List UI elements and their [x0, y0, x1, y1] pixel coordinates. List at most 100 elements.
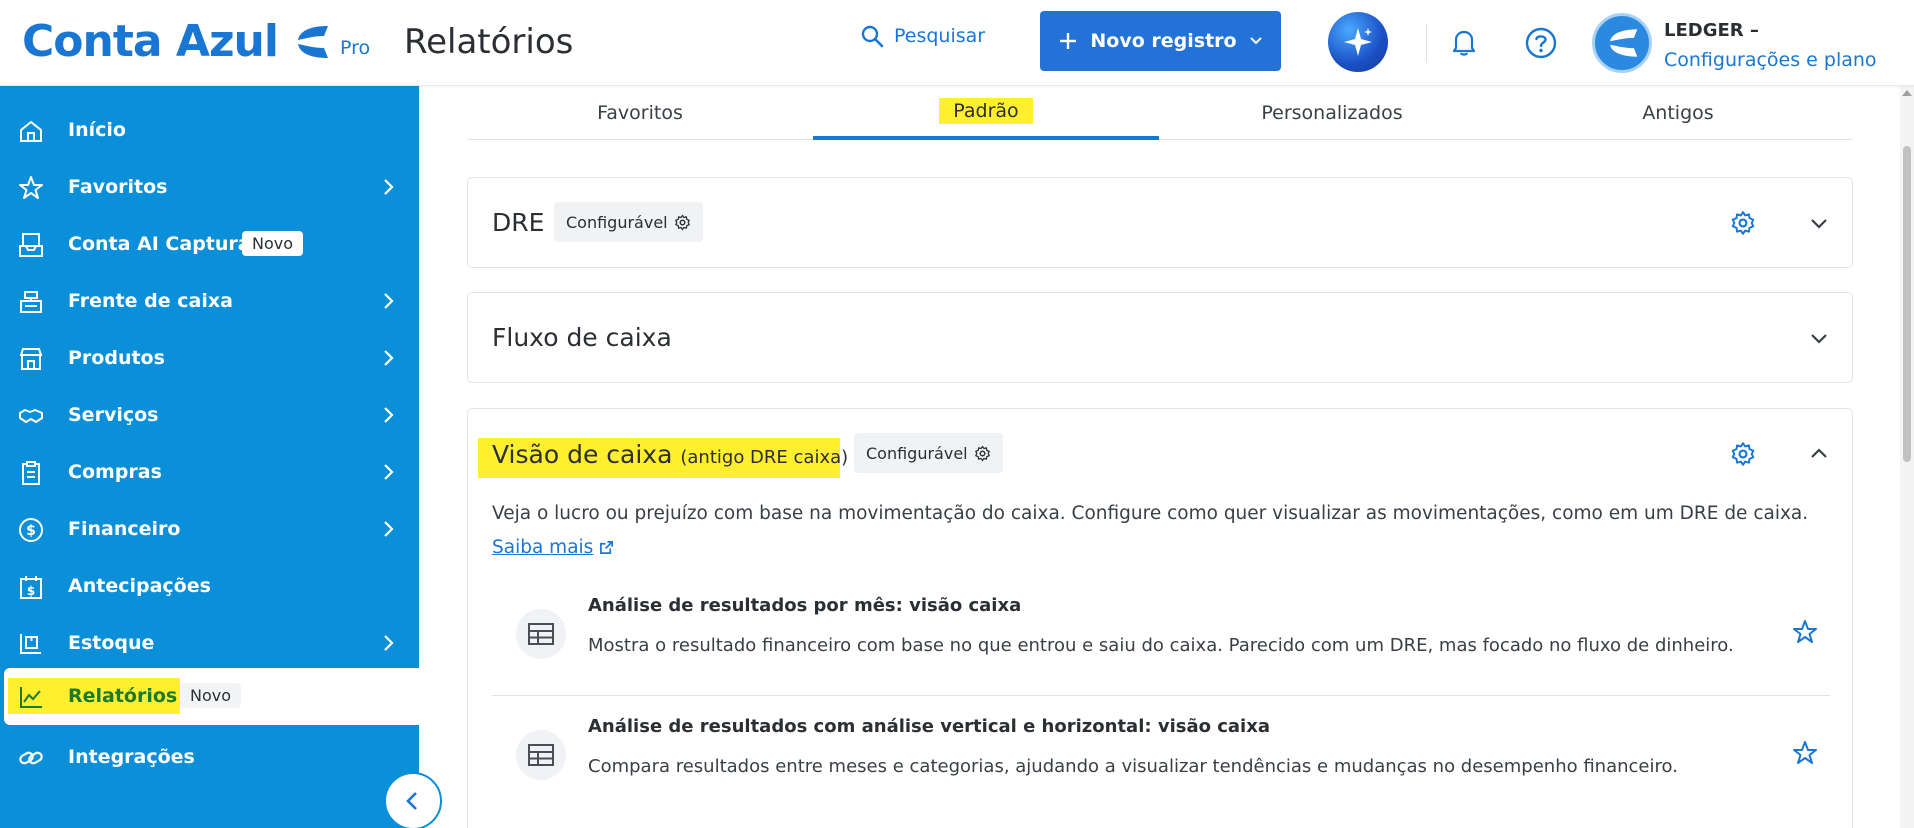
- chevron-right-icon: [384, 350, 394, 366]
- new-badge: Novo: [180, 683, 242, 708]
- learn-more-label: Saiba mais: [492, 537, 594, 558]
- sidebar-item-label: Relatórios: [68, 685, 178, 707]
- handshake-icon: [19, 409, 43, 423]
- svg-text:$: $: [27, 584, 35, 598]
- sidebar-item-produtos[interactable]: Produtos: [0, 330, 419, 387]
- sidebar-item-frente-de-caixa[interactable]: Frente de caixa: [0, 273, 419, 330]
- cash-register-icon: [20, 291, 42, 313]
- search-button[interactable]: Pesquisar: [860, 24, 985, 48]
- tab-label: Antigos: [1642, 102, 1714, 124]
- tab-favoritos[interactable]: Favoritos: [467, 86, 813, 140]
- report-description: Compara resultados entre meses e categor…: [588, 756, 1678, 777]
- help-icon[interactable]: [1524, 26, 1558, 60]
- sidebar-item-integracoes[interactable]: Integrações: [0, 729, 419, 786]
- sidebar-item-favoritos[interactable]: Favoritos: [0, 159, 419, 216]
- tab-padrao[interactable]: Padrão: [813, 86, 1159, 140]
- top-header: Conta Azul Pro Relatórios Pesquisar Novo…: [0, 0, 1914, 86]
- report-title: Análise de resultados por mês: visão cai…: [588, 595, 1022, 616]
- sidebar-item-label: Favoritos: [68, 176, 168, 198]
- sidebar-item-label: Antecipações: [68, 575, 211, 597]
- sidebar-item-label: Compras: [68, 461, 162, 483]
- sidebar-item-label: Conta AI Captura: [68, 233, 251, 255]
- sidebar-item-label: Integrações: [68, 746, 195, 768]
- sidebar-item-financeiro[interactable]: $ Financeiro: [0, 501, 419, 558]
- sidebar-item-relatorios[interactable]: Relatórios Novo: [4, 668, 419, 725]
- star-icon[interactable]: [1792, 619, 1818, 645]
- collapse-sidebar-button[interactable]: [384, 772, 442, 828]
- table-icon: [516, 730, 566, 780]
- chevron-right-icon: [384, 293, 394, 309]
- page-title: Relatórios: [404, 22, 574, 62]
- report-item[interactable]: Análise de resultados com análise vertic…: [492, 716, 1830, 828]
- store-icon: [19, 348, 43, 370]
- card-description: Veja o lucro ou prejuízo com base na mov…: [492, 503, 1809, 524]
- logo-mark-icon: [297, 26, 328, 58]
- fluxo-de-caixa-card[interactable]: Fluxo de caixa: [467, 292, 1853, 383]
- link-icon: [19, 751, 43, 765]
- sidebar-item-servicos[interactable]: Serviços: [0, 387, 419, 444]
- chevron-down-icon[interactable]: [1808, 212, 1830, 234]
- card-title: Visão de caixa (antigo DRE caixa): [492, 440, 848, 469]
- chevron-up-icon[interactable]: [1808, 443, 1830, 465]
- chevron-right-icon: [384, 521, 394, 537]
- gear-icon: [974, 445, 990, 461]
- chevron-down-icon: [1249, 37, 1262, 45]
- account-info[interactable]: LEDGER – Configurações e plano: [1664, 20, 1877, 71]
- calendar-dollar-icon: $: [20, 576, 42, 599]
- chevron-right-icon: [384, 407, 394, 423]
- sidebar-item-label: Serviços: [68, 404, 159, 426]
- new-badge: Novo: [242, 231, 304, 256]
- sparkle-icon: [1344, 28, 1372, 56]
- home-icon: [20, 120, 42, 142]
- report-title: Análise de resultados com análise vertic…: [588, 716, 1270, 737]
- chevron-left-icon: [406, 792, 417, 810]
- clipboard-icon: [22, 461, 40, 485]
- ai-assistant-button[interactable]: [1328, 12, 1388, 72]
- report-tabs: Favoritos Padrão Personalizados Antigos: [467, 86, 1853, 140]
- bell-icon[interactable]: [1448, 26, 1480, 58]
- tab-label: Personalizados: [1261, 102, 1403, 124]
- sidebar-item-estoque[interactable]: Estoque: [0, 615, 419, 672]
- chevron-down-icon[interactable]: [1808, 327, 1830, 349]
- badge-label: Configurável: [866, 443, 968, 463]
- new-record-label: Novo registro: [1090, 30, 1237, 52]
- inbox-icon: [19, 233, 43, 257]
- dre-card[interactable]: DRE Configurável: [467, 177, 1853, 268]
- plan-label: Pro: [339, 37, 371, 59]
- gear-icon: [674, 214, 690, 230]
- avatar[interactable]: [1592, 13, 1652, 73]
- gear-icon[interactable]: [1730, 210, 1756, 236]
- warehouse-icon: [20, 634, 41, 654]
- sidebar: Início Favoritos Conta AI Captura Novo F…: [0, 86, 419, 828]
- new-record-button[interactable]: Novo registro: [1040, 11, 1281, 71]
- table-icon: [516, 609, 566, 659]
- main-content: Favoritos Padrão Personalizados Antigos …: [419, 86, 1914, 828]
- sidebar-item-compras[interactable]: Compras: [0, 444, 419, 501]
- chevron-right-icon: [384, 464, 394, 480]
- learn-more-link[interactable]: Saiba mais: [492, 537, 614, 558]
- dollar-circle-icon: $: [19, 518, 43, 542]
- scroll-thumb[interactable]: [1903, 146, 1911, 462]
- tab-label: Padrão: [939, 98, 1033, 124]
- configurable-badge: Configurável: [554, 202, 703, 242]
- settings-plan-link[interactable]: Configurações e plano: [1664, 49, 1877, 71]
- report-item[interactable]: Análise de resultados por mês: visão cai…: [492, 595, 1830, 715]
- tab-antigos[interactable]: Antigos: [1505, 86, 1851, 140]
- tab-personalizados[interactable]: Personalizados: [1159, 86, 1505, 140]
- sidebar-item-antecipacoes[interactable]: $ Antecipações: [0, 558, 419, 615]
- card-title: Fluxo de caixa: [492, 323, 672, 352]
- tab-label: Favoritos: [597, 102, 683, 124]
- card-title-suffix: (antigo DRE caixa): [680, 447, 849, 468]
- search-label: Pesquisar: [894, 25, 986, 47]
- star-icon[interactable]: [1792, 740, 1818, 766]
- brand-logo[interactable]: Conta Azul Pro: [22, 14, 370, 70]
- vertical-scrollbar[interactable]: [1900, 86, 1914, 828]
- badge-label: Configurável: [566, 212, 668, 232]
- scroll-up-arrow[interactable]: [1902, 90, 1912, 96]
- sidebar-item-label: Produtos: [68, 347, 165, 369]
- card-title-main: Visão de caixa: [492, 440, 673, 469]
- sidebar-item-inicio[interactable]: Início: [0, 102, 419, 159]
- sidebar-item-conta-ai-captura[interactable]: Conta AI Captura Novo: [0, 216, 419, 273]
- chevron-right-icon: [384, 635, 394, 651]
- gear-icon[interactable]: [1730, 441, 1756, 467]
